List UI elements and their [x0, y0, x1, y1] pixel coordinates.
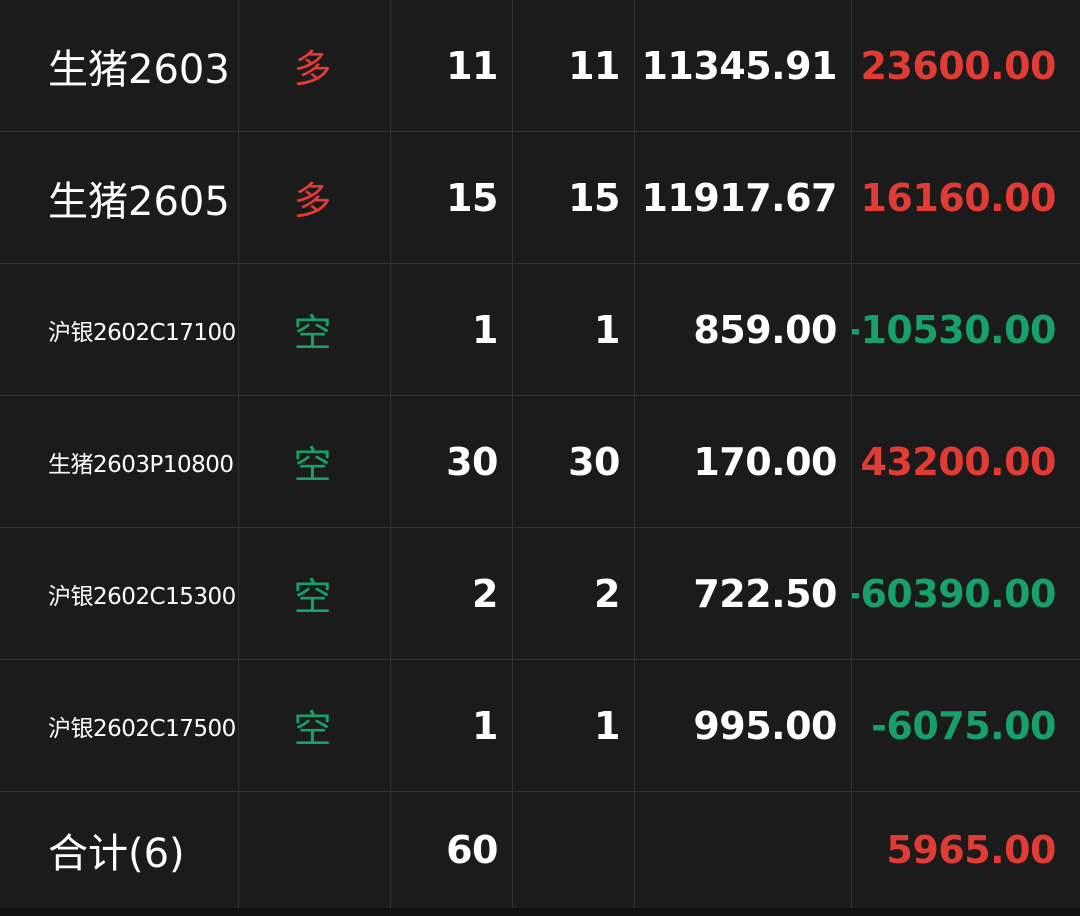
table-row[interactable]: 沪银2602C15300 空 2 2 722.50 -60390.00 — [0, 528, 1080, 660]
total-pnl-cell: 5965.00 — [852, 792, 1080, 908]
quantity-value: 1 — [472, 703, 498, 748]
direction-cell: 多 — [239, 132, 390, 263]
total-qty: 60 — [446, 828, 498, 872]
pnl-cell: 16160.00 — [852, 132, 1080, 263]
avg-price-cell: 859.00 — [635, 264, 851, 395]
pnl-value: 23600.00 — [860, 43, 1056, 88]
contract-name: 沪银2602C17100 — [48, 319, 236, 346]
column-divider — [390, 0, 391, 916]
avg-price-cell: 11917.67 — [635, 132, 851, 263]
quantity-value: 30 — [446, 439, 498, 484]
total-label: 合计(6) — [48, 831, 185, 877]
available-cell: 2 — [513, 528, 634, 659]
column-divider — [851, 0, 852, 916]
available-value: 15 — [568, 175, 620, 220]
available-cell: 15 — [513, 132, 634, 263]
total-direction-cell — [239, 792, 390, 908]
total-qty-cell: 60 — [391, 792, 512, 908]
table-row[interactable]: 沪银2602C17500 空 1 1 995.00 -6075.00 — [0, 660, 1080, 792]
direction-label: 空 — [293, 443, 332, 487]
quantity-cell: 2 — [391, 528, 512, 659]
direction-label: 空 — [293, 311, 332, 355]
contract-cell: 生猪2603 — [0, 0, 238, 131]
avg-price-cell: 170.00 — [635, 396, 851, 527]
total-pnl: 5965.00 — [886, 828, 1056, 872]
avg-price-value: 11917.67 — [641, 175, 837, 220]
table-row[interactable]: 沪银2602C17100 空 1 1 859.00 -10530.00 — [0, 264, 1080, 396]
contract-cell: 沪银2602C17500 — [0, 660, 238, 791]
direction-cell: 空 — [239, 660, 390, 791]
total-available-cell — [513, 792, 634, 908]
quantity-value: 11 — [446, 43, 498, 88]
direction-cell: 空 — [239, 396, 390, 527]
pnl-value: 16160.00 — [860, 175, 1056, 220]
positions-table: 生猪2603 多 11 11 11345.91 23600.00 生猪2605 多 15 15 11… — [0, 0, 1080, 916]
quantity-cell: 1 — [391, 660, 512, 791]
avg-price-cell: 995.00 — [635, 660, 851, 791]
total-price-cell — [635, 792, 851, 908]
avg-price-value: 11345.91 — [641, 43, 837, 88]
quantity-cell: 15 — [391, 132, 512, 263]
total-label-cell: 合计(6) — [0, 792, 238, 908]
available-cell: 30 — [513, 396, 634, 527]
avg-price-value: 995.00 — [693, 703, 837, 748]
direction-cell: 多 — [239, 0, 390, 131]
contract-name: 沪银2602C15300 — [48, 583, 236, 610]
pnl-value: -10530.00 — [852, 307, 1056, 352]
available-value: 30 — [568, 439, 620, 484]
avg-price-value: 722.50 — [693, 571, 837, 616]
avg-price-cell: 722.50 — [635, 528, 851, 659]
bottom-bar — [0, 908, 1080, 916]
available-value: 2 — [594, 571, 620, 616]
direction-label: 多 — [293, 47, 332, 91]
direction-cell: 空 — [239, 528, 390, 659]
available-value: 1 — [594, 307, 620, 352]
available-cell: 1 — [513, 660, 634, 791]
quantity-value: 1 — [472, 307, 498, 352]
contract-name: 沪银2602C17500 — [48, 715, 236, 742]
contract-cell: 沪银2602C17100 — [0, 264, 238, 395]
table-row[interactable]: 生猪2605 多 15 15 11917.67 16160.00 — [0, 132, 1080, 264]
column-divider — [512, 0, 513, 916]
contract-name: 生猪2603 — [48, 46, 230, 93]
direction-label: 多 — [293, 179, 332, 223]
avg-price-value: 859.00 — [693, 307, 837, 352]
pnl-value: -6075.00 — [871, 703, 1056, 748]
table-row[interactable]: 生猪2603P10800 空 30 30 170.00 43200.00 — [0, 396, 1080, 528]
contract-cell: 沪银2602C15300 — [0, 528, 238, 659]
direction-label: 空 — [293, 707, 332, 751]
pnl-cell: -6075.00 — [852, 660, 1080, 791]
quantity-value: 2 — [472, 571, 498, 616]
quantity-cell: 30 — [391, 396, 512, 527]
pnl-value: 43200.00 — [860, 439, 1056, 484]
direction-label: 空 — [293, 575, 332, 619]
pnl-cell: -60390.00 — [852, 528, 1080, 659]
pnl-cell: -10530.00 — [852, 264, 1080, 395]
contract-cell: 生猪2603P10800 — [0, 396, 238, 527]
available-cell: 1 — [513, 264, 634, 395]
direction-cell: 空 — [239, 264, 390, 395]
table-row[interactable]: 生猪2603 多 11 11 11345.91 23600.00 — [0, 0, 1080, 132]
quantity-cell: 11 — [391, 0, 512, 131]
total-row[interactable]: 合计(6) 60 5965.00 — [0, 792, 1080, 908]
pnl-cell: 23600.00 — [852, 0, 1080, 131]
available-value: 11 — [568, 43, 620, 88]
column-divider — [634, 0, 635, 916]
contract-name: 生猪2605 — [48, 178, 230, 225]
available-value: 1 — [594, 703, 620, 748]
quantity-cell: 1 — [391, 264, 512, 395]
column-divider — [238, 0, 239, 916]
quantity-value: 15 — [446, 175, 498, 220]
contract-name: 生猪2603P10800 — [48, 451, 234, 478]
avg-price-value: 170.00 — [693, 439, 837, 484]
pnl-value: -60390.00 — [852, 571, 1056, 616]
contract-cell: 生猪2605 — [0, 132, 238, 263]
pnl-cell: 43200.00 — [852, 396, 1080, 527]
avg-price-cell: 11345.91 — [635, 0, 851, 131]
available-cell: 11 — [513, 0, 634, 131]
